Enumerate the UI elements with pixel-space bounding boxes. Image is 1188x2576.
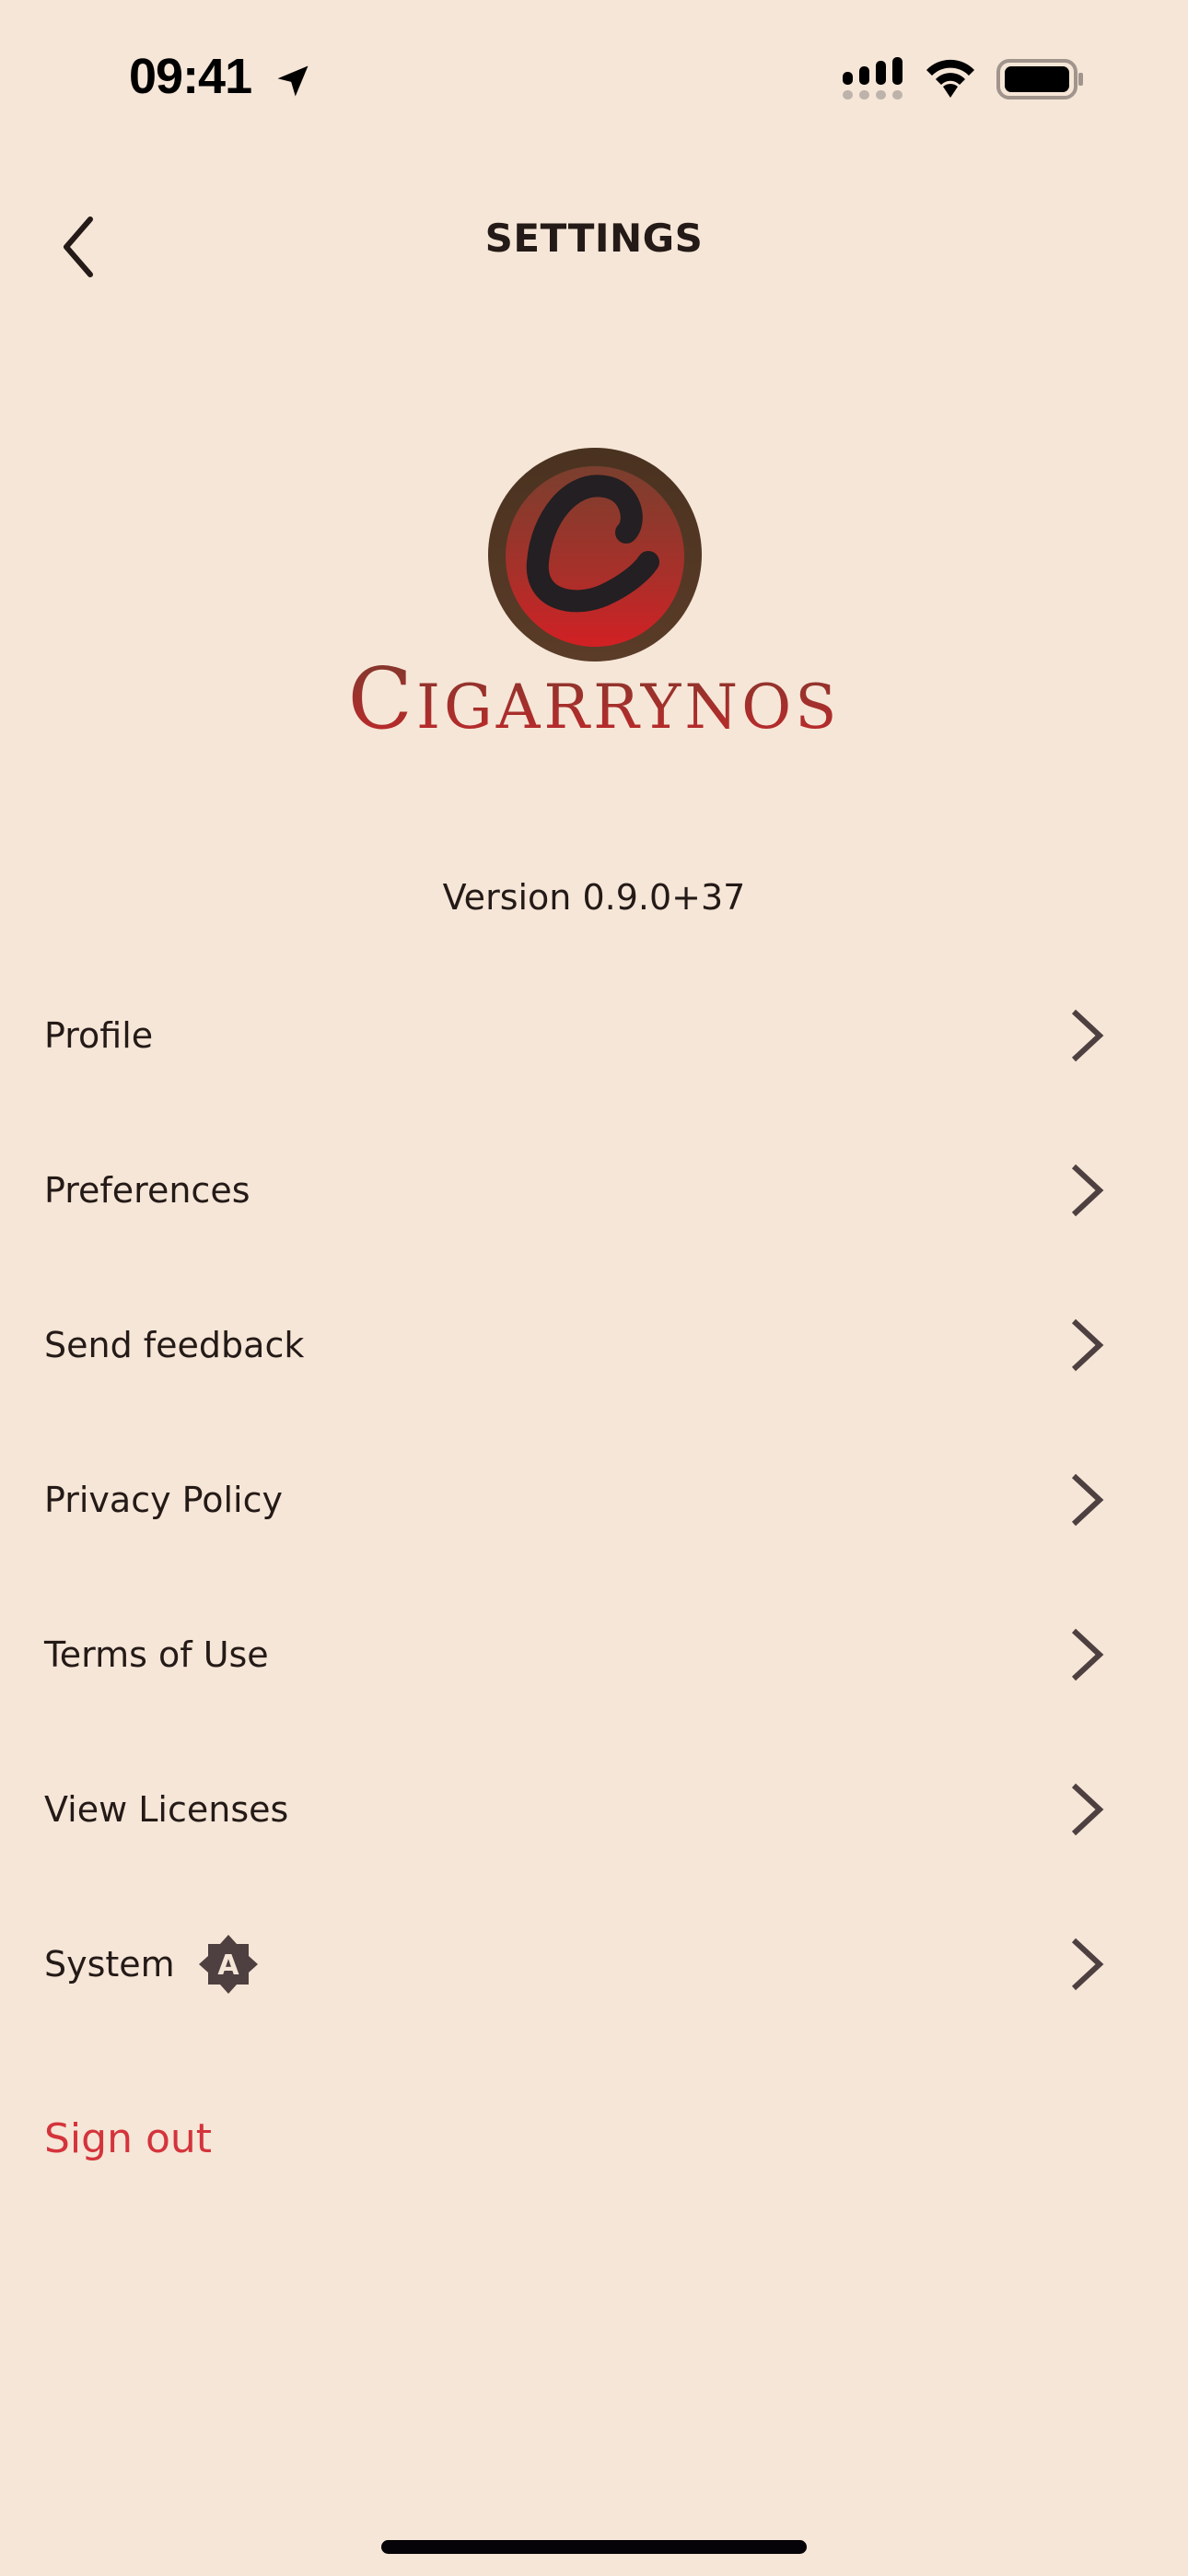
sign-out-button[interactable]: Sign out xyxy=(44,2115,212,2162)
app-logo: CIGARRYNOS xyxy=(304,433,884,737)
battery-full-icon xyxy=(996,59,1083,100)
chevron-right-icon xyxy=(1071,1318,1104,1372)
chevron-right-icon xyxy=(1071,1473,1104,1527)
logo-wordmark-initial: C xyxy=(347,650,416,748)
logo-wordmark-rest: IGARRYNOS xyxy=(415,672,841,743)
chevron-right-icon xyxy=(1071,1783,1104,1836)
brightness-auto-icon: A xyxy=(199,1935,258,1994)
logo-emblem-icon xyxy=(488,448,702,662)
status-bar: 09:41 xyxy=(0,0,1188,157)
menu-item-system[interactable]: System A xyxy=(0,1887,1188,2042)
logo-wordmark: CIGARRYNOS xyxy=(304,650,884,748)
menu-item-label: Profile xyxy=(44,1015,154,1056)
location-arrow-icon xyxy=(277,65,309,97)
cellular-signal-icon xyxy=(843,57,903,100)
menu-item-label: Send feedback xyxy=(44,1325,305,1365)
menu-item-label: Preferences xyxy=(44,1170,250,1211)
chevron-right-icon xyxy=(1071,1938,1104,1991)
menu-item-label: System xyxy=(44,1944,175,1985)
svg-text:A: A xyxy=(217,1950,239,1982)
menu-item-privacy-policy[interactable]: Privacy Policy xyxy=(0,1423,1188,1577)
page-title: SETTINGS xyxy=(484,216,704,261)
settings-menu: Profile Preferences Send feedback Privac… xyxy=(0,958,1188,2042)
nav-bar: SETTINGS xyxy=(0,184,1188,304)
menu-item-label: Terms of Use xyxy=(44,1634,269,1675)
chevron-right-icon xyxy=(1071,1009,1104,1062)
wifi-icon xyxy=(926,59,974,98)
menu-item-label: Privacy Policy xyxy=(44,1480,283,1520)
menu-item-send-feedback[interactable]: Send feedback xyxy=(0,1268,1188,1423)
menu-item-preferences[interactable]: Preferences xyxy=(0,1113,1188,1268)
chevron-right-icon xyxy=(1071,1164,1104,1217)
menu-item-view-licenses[interactable]: View Licenses xyxy=(0,1732,1188,1887)
home-indicator[interactable] xyxy=(381,2540,807,2554)
menu-item-terms-of-use[interactable]: Terms of Use xyxy=(0,1577,1188,1732)
chevron-right-icon xyxy=(1071,1628,1104,1681)
menu-item-profile[interactable]: Profile xyxy=(0,958,1188,1113)
status-time: 09:41 xyxy=(129,49,252,104)
app-version: Version 0.9.0+37 xyxy=(442,877,746,918)
menu-item-label: View Licenses xyxy=(44,1789,289,1830)
